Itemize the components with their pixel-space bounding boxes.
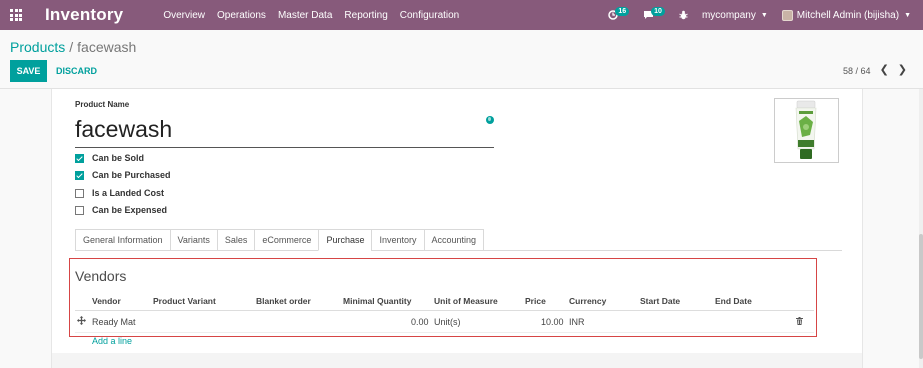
can-be-expensed-label: Can be Expensed [92,205,168,215]
scrollbar-thumb[interactable] [919,234,923,359]
notebook-tabs: General Information Variants Sales eComm… [75,229,485,251]
company-switcher[interactable]: mycompany ▼ [702,10,768,21]
main-menu: Overview Operations Master Data Reportin… [163,10,471,21]
tab-inventory[interactable]: Inventory [371,229,424,251]
flag-can-be-purchased: Can be Purchased [75,170,171,180]
breadcrumb-products-link[interactable]: Products [10,39,65,55]
menu-item-operations[interactable]: Operations [217,10,266,21]
form-sheet: Product Name facewash Can be Sold Can be… [51,89,863,368]
product-name-field[interactable]: facewash [75,116,494,148]
product-name-label: Product Name [75,100,130,109]
avatar [781,9,793,21]
menu-item-configuration[interactable]: Configuration [400,10,459,21]
top-navbar: Inventory Overview Operations Master Dat… [0,0,923,30]
menu-item-master-data[interactable]: Master Data [278,10,332,21]
debug-menu[interactable] [679,10,688,20]
save-button[interactable]: SAVE [10,60,47,82]
pager-value[interactable]: 58 / 64 [843,66,871,76]
can-be-purchased-label: Can be Purchased [92,170,171,180]
activities-menu[interactable]: 16 [608,6,630,20]
messages-menu[interactable]: 10 [643,6,665,20]
can-be-expensed-checkbox[interactable] [75,205,84,215]
tab-accounting[interactable]: Accounting [423,229,485,251]
product-tube-image [795,100,817,159]
activity-count-badge: 16 [615,6,630,16]
message-count-badge: 10 [651,6,665,16]
menu-item-reporting[interactable]: Reporting [344,10,387,21]
chevron-right-icon[interactable]: ❯ [898,65,907,76]
breadcrumb-separator: / [69,39,74,55]
tab-purchase[interactable]: Purchase [318,229,372,251]
tab-ecommerce[interactable]: eCommerce [254,229,319,251]
product-image[interactable] [774,98,839,163]
tab-general-information[interactable]: General Information [75,229,170,251]
menu-item-overview[interactable]: Overview [163,10,205,21]
pager: 58 / 64 ❮ ❯ [843,65,907,76]
flag-can-be-expensed: Can be Expensed [75,205,167,215]
tab-variants[interactable]: Variants [169,229,217,251]
chevron-left-icon[interactable]: ❮ [880,65,889,76]
breadcrumb: Products / facewash [10,39,136,55]
is-landed-cost-checkbox[interactable] [75,188,84,198]
company-name: mycompany [701,9,756,21]
flag-is-landed-cost: Is a Landed Cost [75,188,164,198]
tab-sales[interactable]: Sales [216,229,255,251]
app-name[interactable]: Inventory [45,5,123,25]
user-menu[interactable]: Mitchell Admin (bijisha) ▼ [781,9,911,21]
flag-can-be-sold: Can be Sold [75,153,144,163]
bug-icon [679,10,688,20]
is-landed-cost-label: Is a Landed Cost [92,188,165,198]
caret-down-icon: ▼ [760,11,768,19]
sheet-footer-area [52,353,862,368]
discard-button[interactable]: DISCARD [56,60,97,82]
can-be-sold-label: Can be Sold [92,153,145,163]
globe-icon[interactable] [486,116,494,124]
breadcrumb-current: facewash [77,39,137,55]
add-a-line-link[interactable]: Add a line [92,336,132,346]
can-be-purchased-checkbox[interactable] [75,170,84,180]
caret-down-icon: ▼ [904,11,911,19]
apps-menu-icon[interactable] [10,9,22,21]
user-name: Mitchell Admin (bijisha) [796,9,900,21]
page-scrollbar[interactable] [919,89,923,368]
can-be-sold-checkbox[interactable] [75,153,84,163]
systray: 16 10 mycompany ▼ Mitchell Admin (bijish… [608,0,923,30]
vendors-highlight-box [69,258,817,337]
